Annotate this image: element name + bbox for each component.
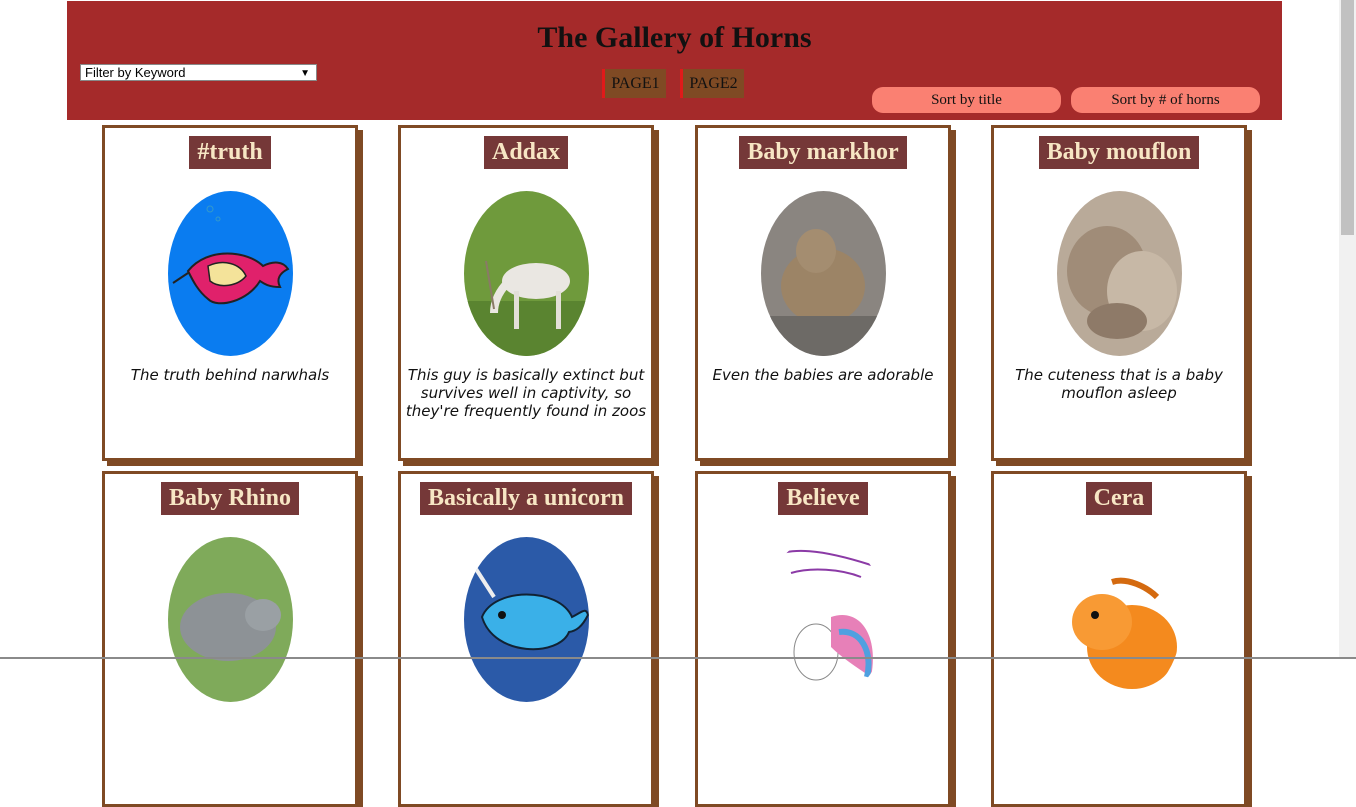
- card-title: Believe: [778, 482, 868, 515]
- card-addax[interactable]: Addax This guy is basically extinct but …: [398, 125, 654, 461]
- filter-select-label: Filter by Keyword: [85, 65, 186, 80]
- keyword-filter-select[interactable]: Filter by Keyword ▼: [80, 64, 317, 81]
- vertical-scrollbar[interactable]: [1339, 0, 1356, 659]
- card-description: The truth behind narwhals: [130, 366, 330, 384]
- card-title: Addax: [483, 136, 569, 169]
- scrollbar-thumb[interactable]: [1341, 0, 1354, 235]
- addax-photo-image: [464, 191, 589, 356]
- baby-mouflon-photo-image: [1057, 191, 1182, 356]
- card-baby-markhor[interactable]: Baby markhor Even the babies are adorabl…: [695, 125, 951, 461]
- baby-markhor-photo-image: [761, 191, 886, 356]
- card-title: Baby markhor: [739, 136, 907, 169]
- card-basically-a-unicorn[interactable]: Basically a unicorn: [398, 471, 654, 807]
- card-believe[interactable]: Believe: [695, 471, 951, 807]
- page-title: The Gallery of Horns: [537, 21, 812, 54]
- card-cera[interactable]: Cera: [991, 471, 1247, 807]
- dropdown-arrow-icon: ▼: [300, 68, 310, 79]
- sort-by-title-button[interactable]: Sort by title: [872, 87, 1061, 113]
- card-truth[interactable]: #truth The truth behind narwhals: [102, 125, 358, 461]
- sort-by-horns-button[interactable]: Sort by # of horns: [1071, 87, 1260, 113]
- card-description: The cuteness that is a baby mouflon asle…: [1015, 366, 1223, 402]
- page1-button[interactable]: PAGE1: [602, 69, 666, 98]
- narwhal-cartoon-blue-image: [464, 537, 589, 702]
- card-title: Basically a unicorn: [419, 482, 633, 515]
- triceratops-cartoon-image: [1057, 537, 1182, 702]
- card-title: Cera: [1085, 482, 1153, 515]
- card-title: #truth: [189, 136, 271, 169]
- page2-button[interactable]: PAGE2: [680, 69, 744, 98]
- card-title: Baby mouflon: [1038, 136, 1200, 169]
- card-baby-rhino[interactable]: Baby Rhino: [102, 471, 358, 807]
- card-description: Even the babies are adorable: [712, 366, 934, 384]
- narwhal-cartoon-image: [168, 191, 293, 356]
- card-baby-mouflon[interactable]: Baby mouflon The cuteness that is a baby…: [991, 125, 1247, 461]
- card-description: This guy is basically extinct but surviv…: [405, 366, 647, 420]
- baby-rhino-photo-image: [168, 537, 293, 702]
- unicorn-illustration-image: [761, 537, 886, 702]
- card-title: Baby Rhino: [160, 482, 300, 515]
- header-banner: The Gallery of Horns Filter by Keyword ▼…: [67, 1, 1282, 120]
